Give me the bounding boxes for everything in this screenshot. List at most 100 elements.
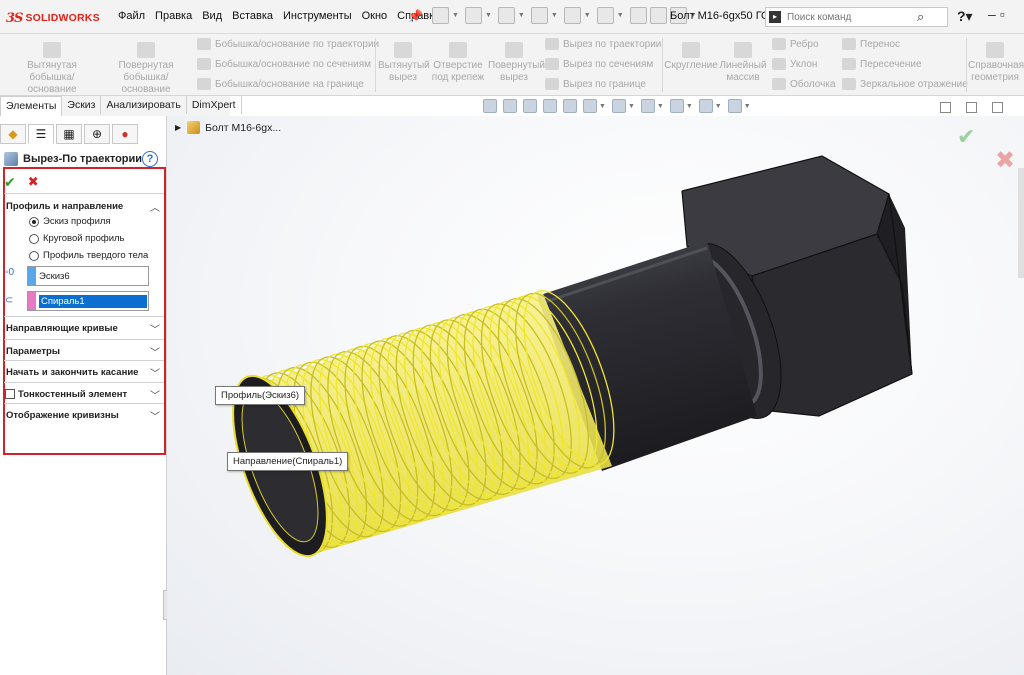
wrap-button[interactable]: Перенос [842, 38, 900, 50]
tab-features[interactable]: Элементы [0, 96, 63, 116]
lofted-boss-button[interactable]: Бобышка/основание по сечениям [197, 58, 371, 70]
callout-profile[interactable]: Профиль(Эскиз6) [215, 386, 306, 405]
select-icon[interactable] [596, 7, 614, 24]
ok-checkmark-icon[interactable]: ✔ [4, 174, 16, 191]
shell-button[interactable]: Оболочка [772, 78, 836, 90]
print-dropdown-icon[interactable]: ▼ [551, 12, 558, 19]
pin-menu-icon[interactable]: 📌 [408, 9, 423, 23]
section-thin-feature[interactable]: Тонкостенный элемент ﹀ [5, 387, 160, 402]
search-scope-icon[interactable]: ▸ [769, 11, 781, 23]
help-button[interactable]: ? [142, 151, 158, 167]
expand-arrow-icon[interactable]: ▶ [175, 123, 181, 132]
open-icon[interactable] [464, 7, 482, 24]
open-dropdown-icon[interactable]: ▼ [485, 12, 492, 19]
new-dropdown-icon[interactable]: ▼ [452, 12, 459, 19]
revolved-cut-button[interactable]: Повернутый вырез [488, 42, 545, 84]
apply-scene-icon[interactable] [698, 99, 713, 113]
tab-evaluate[interactable]: Анализировать [101, 96, 187, 114]
restore-view-icon[interactable] [966, 102, 977, 113]
chevron-down-icon[interactable]: ﹀ [150, 387, 160, 402]
view-settings-monitor-icon[interactable] [727, 99, 742, 113]
cancel-x-icon[interactable]: ✖ [28, 174, 39, 191]
menu-view[interactable]: Вид [202, 10, 222, 22]
radio-sketch-profile[interactable]: Эскиз профиля [29, 216, 111, 227]
rebuild-icon[interactable] [629, 7, 647, 24]
reference-geometry-button[interactable]: Справочная геометрия [968, 42, 1024, 84]
extruded-cut-button[interactable]: Вытянутый вырез [378, 42, 430, 84]
rib-button[interactable]: Ребро [772, 38, 819, 50]
zoom-to-fit-icon[interactable] [483, 99, 497, 113]
section-guide-curves[interactable]: Направляющие кривые ﹀ [6, 321, 160, 336]
chevron-down-icon[interactable]: ﹀ [150, 321, 160, 336]
revolved-boss-button[interactable]: Повернутая бобышка/основание [100, 42, 192, 96]
menu-insert[interactable]: Вставка [232, 10, 273, 22]
edit-appearance-icon[interactable] [669, 99, 684, 113]
section-profile-and-path[interactable]: Профиль и направление ︿ [6, 199, 160, 214]
menu-tools[interactable]: Инструменты [283, 10, 352, 22]
section-options[interactable]: Параметры ﹀ [6, 344, 160, 359]
linear-pattern-button[interactable]: Линейный массив [718, 42, 768, 84]
extruded-boss-button[interactable]: Вытянутая бобышка/основание [6, 42, 98, 96]
window-controls[interactable]: –▫ [988, 6, 1009, 22]
boundary-boss-button[interactable]: Бобышка/основание на границе [197, 78, 364, 90]
hide-show-dropdown-icon[interactable]: ▼ [657, 103, 664, 110]
hole-wizard-button[interactable]: Отверстие под крепеж [430, 42, 486, 84]
profile-selection-field[interactable]: Эскиз6 [27, 266, 149, 286]
boundary-cut-button[interactable]: Вырез по границе [545, 78, 646, 90]
tab-dimxpert[interactable]: DimXpert [187, 96, 242, 114]
draft-button[interactable]: Уклон [772, 58, 817, 70]
close-view-icon[interactable] [992, 102, 1003, 113]
graphics-area[interactable]: ▶ Болт М16-6gx... ✔ ✖ Профиль(Эскиз6) На… [167, 116, 1024, 675]
thin-feature-checkbox[interactable] [5, 389, 15, 400]
propertymanager-tab[interactable]: ☰ [28, 124, 54, 144]
chevron-up-icon[interactable]: ︿ [150, 199, 160, 214]
section-view-icon[interactable] [543, 99, 557, 113]
appearance-dropdown-icon[interactable]: ▼ [686, 103, 693, 110]
undo-icon[interactable] [563, 7, 581, 24]
new-document-icon[interactable] [432, 7, 449, 24]
file-properties-icon[interactable] [649, 7, 667, 24]
chevron-down-icon[interactable]: ﹀ [150, 408, 160, 423]
print-icon[interactable] [530, 7, 548, 24]
menu-window[interactable]: Окно [362, 10, 388, 22]
fillet-button[interactable]: Скругление [664, 42, 718, 72]
confirm-ok-checkmark-icon[interactable]: ✔ [957, 124, 975, 150]
section-start-end-tangency[interactable]: Начать и закончить касание ﹀ [6, 365, 160, 380]
featuremanager-tab[interactable]: ◆ [0, 124, 26, 144]
previous-view-icon[interactable] [523, 99, 537, 113]
configurationmanager-tab[interactable]: ▦ [56, 124, 82, 144]
radio-circular-profile[interactable]: Круговой профиль [29, 233, 125, 244]
select-dropdown-icon[interactable]: ▼ [617, 12, 624, 19]
dynamic-annotation-icon[interactable] [563, 99, 577, 113]
display-style-dropdown-icon[interactable]: ▼ [628, 103, 635, 110]
scene-dropdown-icon[interactable]: ▼ [715, 103, 722, 110]
dimxpertmanager-tab[interactable]: ⊕ [84, 124, 110, 144]
display-style-icon[interactable] [611, 99, 626, 113]
menu-edit[interactable]: Правка [155, 10, 192, 22]
view-settings-dropdown-icon[interactable]: ▼ [744, 103, 751, 110]
confirm-cancel-x-icon[interactable]: ✖ [995, 146, 1015, 175]
split-view-icon[interactable] [940, 102, 951, 113]
zoom-to-area-icon[interactable] [503, 99, 517, 113]
hide-show-eye-icon[interactable] [640, 99, 655, 113]
view-orientation-icon[interactable] [583, 99, 597, 113]
lofted-cut-button[interactable]: Вырез по сечениям [545, 58, 653, 70]
solidworks-logo[interactable]: 3S SOLIDWORKS [6, 9, 100, 27]
intersect-button[interactable]: Пересечение [842, 58, 922, 70]
mirror-button[interactable]: Зеркальное отражение [842, 78, 968, 90]
viewport-scrollbar[interactable] [1018, 168, 1024, 278]
swept-cut-button[interactable]: Вырез по траектории [545, 38, 661, 50]
radio-solid-profile[interactable]: Профиль твердого тела [29, 250, 148, 261]
chevron-down-icon[interactable]: ﹀ [150, 344, 160, 359]
callout-path[interactable]: Направление(Спираль1) [227, 452, 349, 471]
path-selection-field[interactable]: Спираль1 [27, 291, 149, 311]
undo-dropdown-icon[interactable]: ▼ [584, 12, 591, 19]
save-icon[interactable] [497, 7, 515, 24]
command-search[interactable]: ▸ ⌕ [765, 7, 948, 27]
view-orientation-dropdown-icon[interactable]: ▼ [599, 103, 606, 110]
swept-boss-button[interactable]: Бобышка/основание по траектории [197, 38, 379, 50]
help-icon[interactable]: ?▾ [957, 8, 973, 25]
feature-tree-root[interactable]: ▶ Болт М16-6gx... [175, 121, 281, 134]
tab-sketch[interactable]: Эскиз [62, 96, 102, 114]
displaymanager-tab[interactable]: ● [112, 124, 138, 144]
